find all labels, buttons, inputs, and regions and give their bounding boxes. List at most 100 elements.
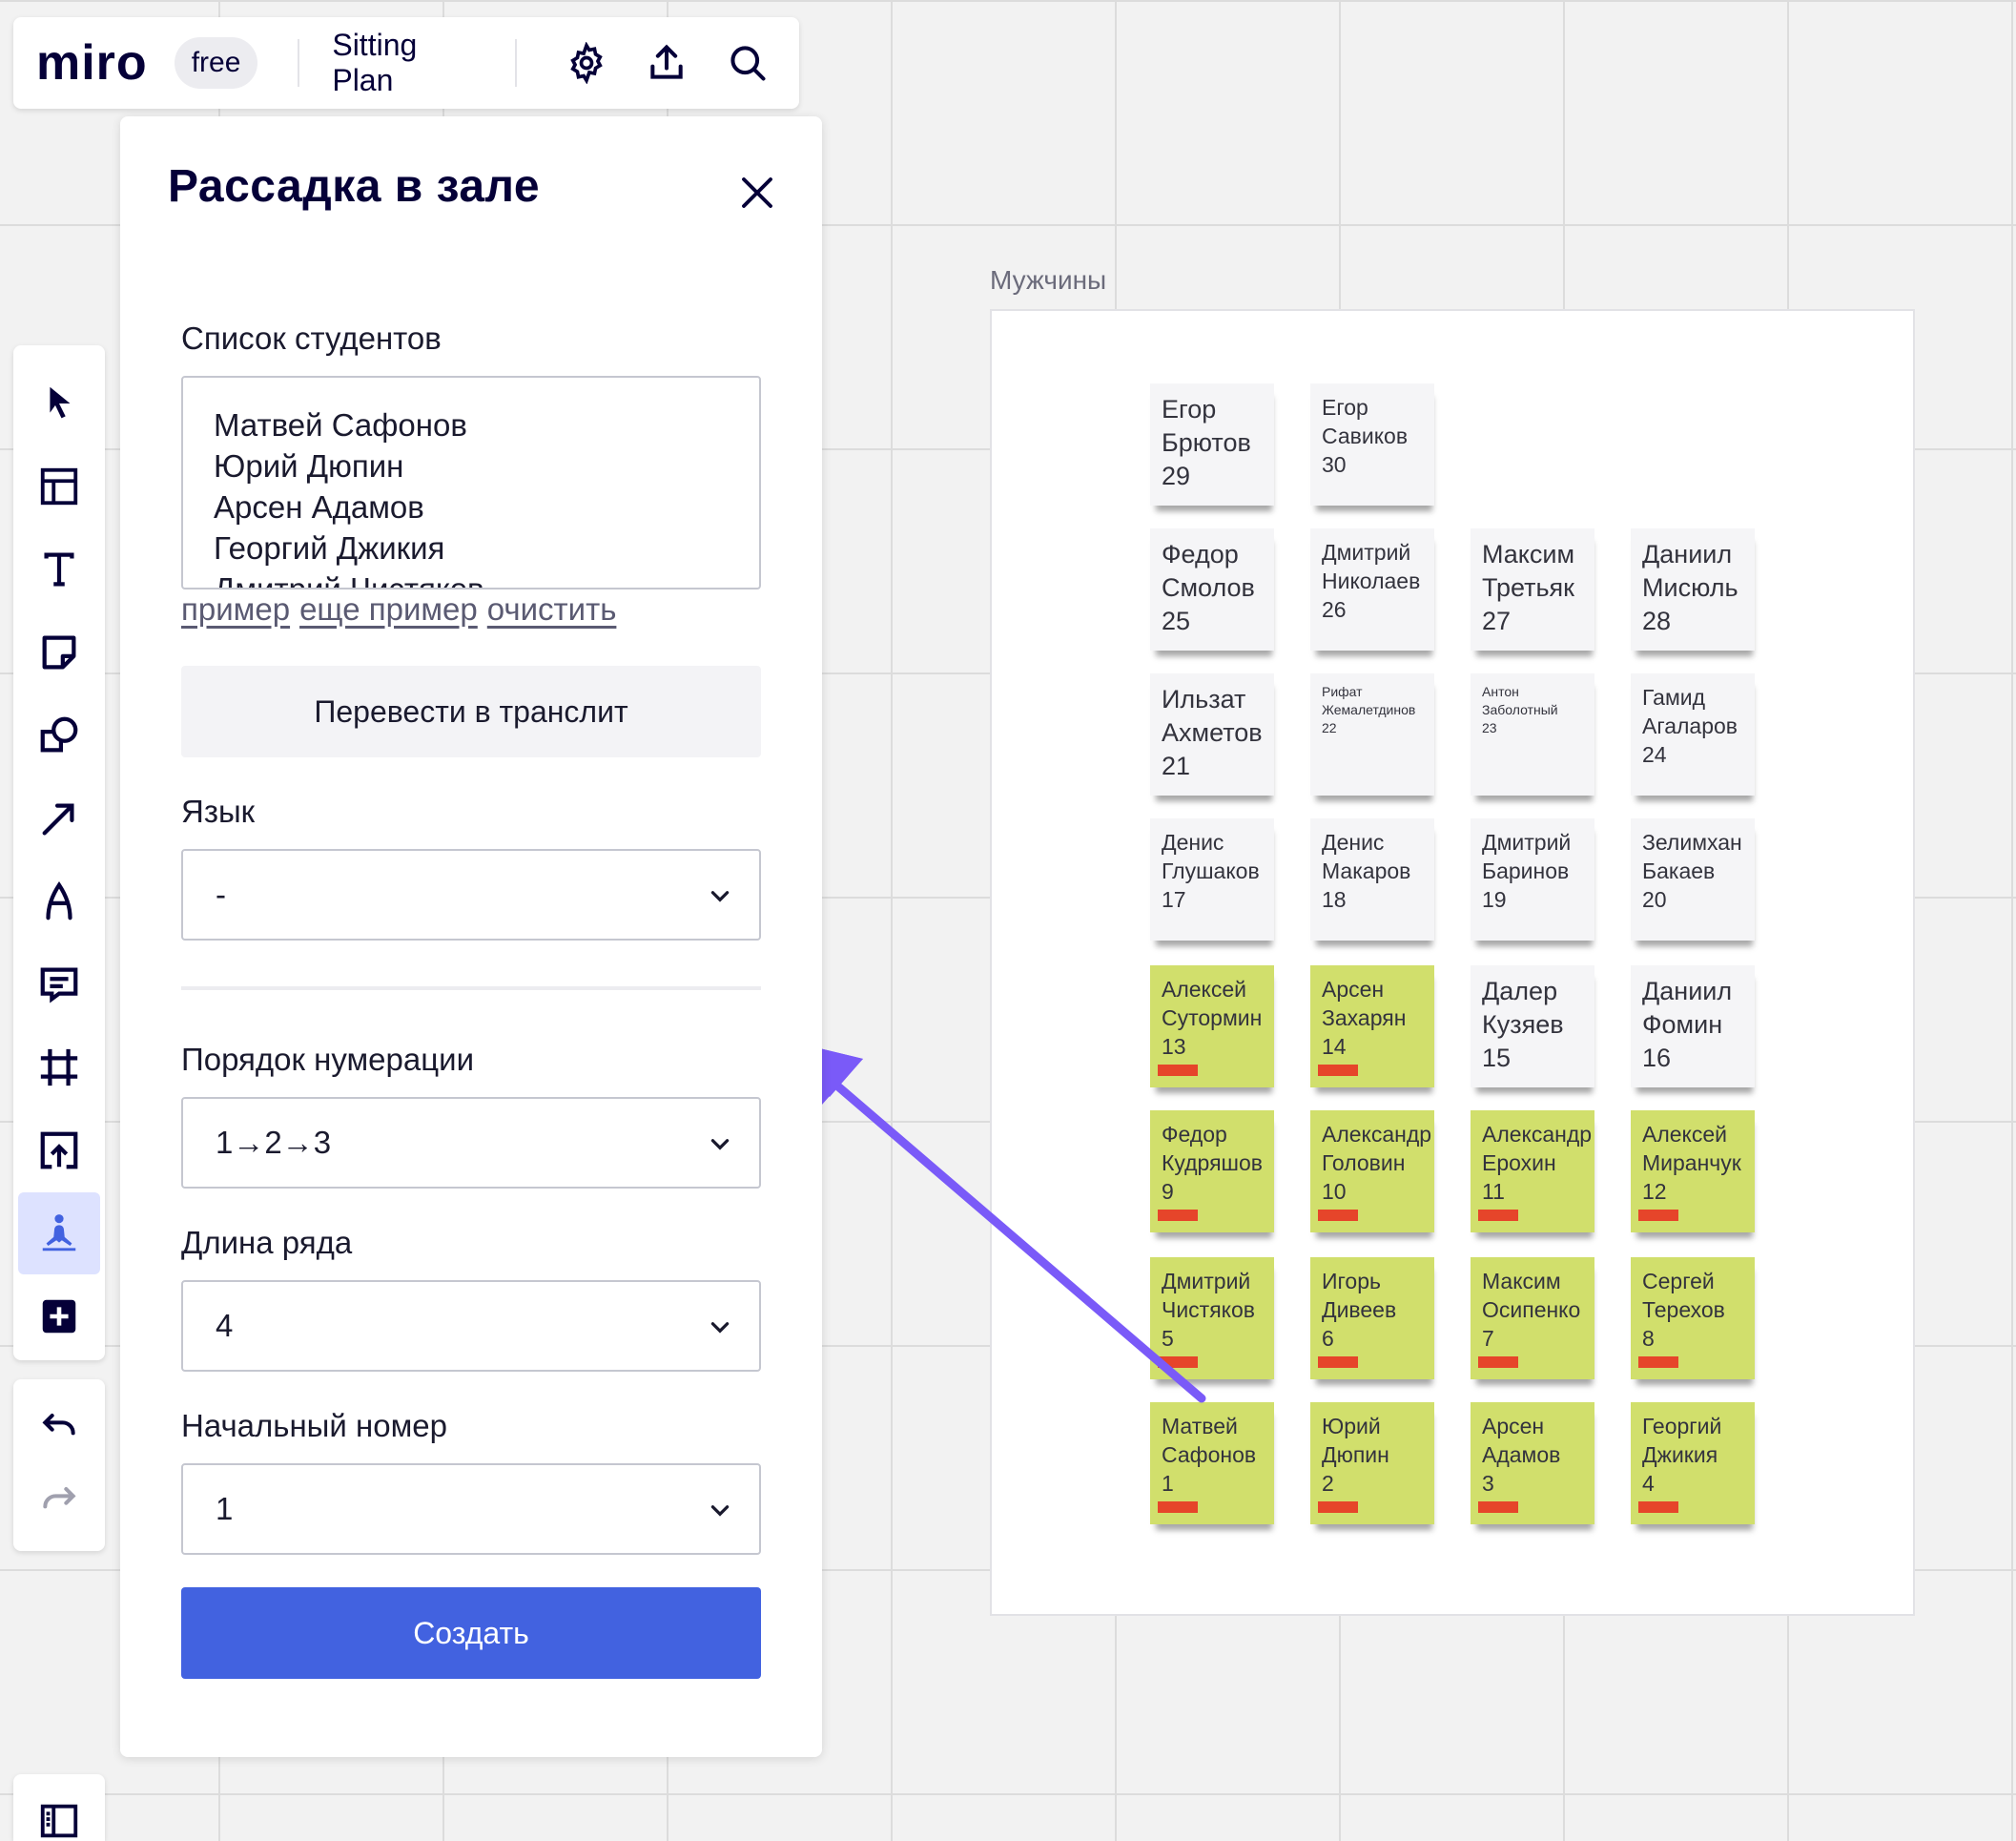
sticky-note[interactable]: Денис Глушаков 17 xyxy=(1150,818,1274,941)
student-line: Матвей Сафонов xyxy=(214,407,467,443)
sticky-note[interactable]: Далер Кузяев 15 xyxy=(1471,965,1594,1087)
sticky-note[interactable]: Алексей Сутормин 13 xyxy=(1150,965,1274,1087)
start-number-select[interactable]: 1 xyxy=(181,1463,761,1555)
sticky-first-name: Георгий xyxy=(1642,1414,1722,1438)
row-length-value: 4 xyxy=(216,1308,234,1343)
text-icon[interactable] xyxy=(18,528,100,610)
sticky-first-name: Даниил xyxy=(1642,540,1733,569)
sticky-note[interactable]: Георгий Джикия 4 xyxy=(1631,1402,1755,1524)
sticky-seat-number: 18 xyxy=(1322,887,1347,912)
language-select[interactable]: - xyxy=(181,849,761,941)
example-link[interactable]: пример xyxy=(181,591,290,627)
miro-logo[interactable]: miro xyxy=(36,34,148,92)
sticky-last-name: Терехов xyxy=(1642,1297,1725,1322)
sticky-seat-number: 25 xyxy=(1162,607,1191,635)
sticky-last-name: Кудряшов xyxy=(1162,1150,1264,1175)
numbering-label: Порядок нумерации xyxy=(181,1042,475,1077)
another-example-link[interactable]: еще пример xyxy=(299,591,478,627)
board-panel-toggle[interactable] xyxy=(13,1774,105,1841)
students-textarea[interactable]: Матвей Сафонов Юрий Дюпин Арсен Адамов Геор… xyxy=(181,376,761,590)
sticky-last-name: Савиков xyxy=(1322,424,1409,448)
sticky-seat-number: 26 xyxy=(1322,597,1347,622)
sticky-first-name: Егор xyxy=(1162,395,1217,424)
frame-men[interactable] xyxy=(990,309,1915,1616)
sticky-first-name: Дмитрий xyxy=(1482,830,1572,855)
sticky-note[interactable]: Матвей Сафонов 1 xyxy=(1150,1402,1274,1524)
arrow-line-icon[interactable] xyxy=(18,777,100,859)
sticky-first-name: Денис xyxy=(1322,830,1385,855)
sticky-note[interactable]: Денис Макаров 18 xyxy=(1310,818,1434,941)
sticky-last-name: Брютов xyxy=(1162,428,1251,457)
sticky-seat-number: 5 xyxy=(1162,1326,1174,1351)
sticky-note[interactable]: Алексей Миранчук 12 xyxy=(1631,1110,1755,1232)
student-line: Дмитрий Чистяков xyxy=(214,571,484,590)
sticky-first-name: Федор xyxy=(1162,1122,1227,1147)
sticky-tag xyxy=(1318,1065,1358,1076)
board-title[interactable]: Sitting Plan xyxy=(317,28,498,98)
numbering-select[interactable]: 1→2→3 xyxy=(181,1097,761,1189)
sticky-first-name: Ильзат xyxy=(1162,685,1246,714)
sticky-note[interactable]: Даниил Мисюль 28 xyxy=(1631,528,1755,651)
search-icon[interactable] xyxy=(718,33,776,93)
shapes-icon[interactable] xyxy=(18,694,100,776)
sticky-note[interactable]: Даниил Фомин 16 xyxy=(1631,965,1755,1087)
sticky-note[interactable]: Арсен Захарян 14 xyxy=(1310,965,1434,1087)
sticky-note[interactable]: Ильзат Ахметов 21 xyxy=(1150,673,1274,796)
frame-icon[interactable] xyxy=(18,1026,100,1108)
sticky-note[interactable]: Максим Третьяк 27 xyxy=(1471,528,1594,651)
sticky-last-name: Осипенко xyxy=(1482,1297,1581,1322)
sticky-note[interactable]: Дмитрий Баринов 19 xyxy=(1471,818,1594,941)
sticky-first-name: Александр xyxy=(1322,1122,1432,1147)
start-number-label: Начальный номер xyxy=(181,1408,447,1443)
sticky-note[interactable]: Дмитрий Николаев 26 xyxy=(1310,528,1434,651)
student-line: Георгий Джикия xyxy=(214,530,445,566)
redo-icon[interactable] xyxy=(38,1479,80,1525)
sticky-note[interactable]: Зелимхан Бакаев 20 xyxy=(1631,818,1755,941)
sticky-seat-number: 14 xyxy=(1322,1034,1347,1059)
comment-icon[interactable] xyxy=(18,943,100,1025)
sticky-note[interactable]: Гамид Агаларов 24 xyxy=(1631,673,1755,796)
undo-icon[interactable] xyxy=(38,1405,80,1452)
sticky-note[interactable]: Игорь Дивеев 6 xyxy=(1310,1257,1434,1379)
sticky-note[interactable]: Сергей Терехов 8 xyxy=(1631,1257,1755,1379)
row-length-select[interactable]: 4 xyxy=(181,1280,761,1372)
sticky-note[interactable]: Александр Головин 10 xyxy=(1310,1110,1434,1232)
language-label: Язык xyxy=(181,794,256,829)
close-icon[interactable] xyxy=(727,162,788,223)
translit-button[interactable]: Перевести в транслит xyxy=(181,666,761,757)
sticky-first-name: Александр xyxy=(1482,1122,1593,1147)
sticky-note[interactable]: Александр Ерохин 11 xyxy=(1471,1110,1594,1232)
sticky-seat-number: 13 xyxy=(1162,1034,1186,1059)
add-app-icon[interactable] xyxy=(18,1275,100,1357)
sticky-note[interactable]: Егор Брютов 29 xyxy=(1150,383,1274,506)
sticky-first-name: Егор xyxy=(1322,395,1368,420)
sticky-seat-number: 2 xyxy=(1322,1471,1334,1496)
select-cursor-icon[interactable] xyxy=(18,362,100,445)
sticky-note[interactable]: Дмитрий Чистяков 5 xyxy=(1150,1257,1274,1379)
clear-link[interactable]: очистить xyxy=(487,591,617,627)
sticky-note[interactable]: Арсен Адамов 3 xyxy=(1471,1402,1594,1524)
create-button[interactable]: Создать xyxy=(181,1587,761,1679)
sticky-note[interactable]: Егор Савиков 30 xyxy=(1310,383,1434,506)
sticky-note[interactable]: Федор Смолов 25 xyxy=(1150,528,1274,651)
sticky-note[interactable]: Антон Заболотный 23 xyxy=(1471,673,1594,796)
sticky-last-name: Фомин xyxy=(1642,1010,1723,1039)
sticky-last-name: Баринов xyxy=(1482,858,1570,883)
gear-icon[interactable] xyxy=(557,33,615,93)
upload-icon[interactable] xyxy=(638,33,696,93)
frame-title[interactable]: Мужчины xyxy=(990,265,1106,296)
upload-icon[interactable] xyxy=(18,1109,100,1191)
pen-icon[interactable] xyxy=(18,860,100,942)
plan-badge[interactable]: free xyxy=(174,37,258,89)
sticky-note[interactable]: Максим Осипенко 7 xyxy=(1471,1257,1594,1379)
sticky-last-name: Головин xyxy=(1322,1150,1406,1175)
sticky-note[interactable]: Юрий Дюпин 2 xyxy=(1310,1402,1434,1524)
sticky-seat-number: 1 xyxy=(1162,1471,1174,1496)
sticky-note[interactable]: Федор Кудряшов 9 xyxy=(1150,1110,1274,1232)
sticky-note[interactable]: Рифат Жемалетдинов 22 xyxy=(1310,673,1434,796)
app-yoga-icon[interactable] xyxy=(18,1192,100,1274)
sticky-last-name: Жемалетдинов xyxy=(1322,702,1416,717)
templates-icon[interactable] xyxy=(18,445,100,527)
sticky-note-icon[interactable] xyxy=(18,611,100,693)
sticky-seat-number: 24 xyxy=(1642,742,1667,767)
